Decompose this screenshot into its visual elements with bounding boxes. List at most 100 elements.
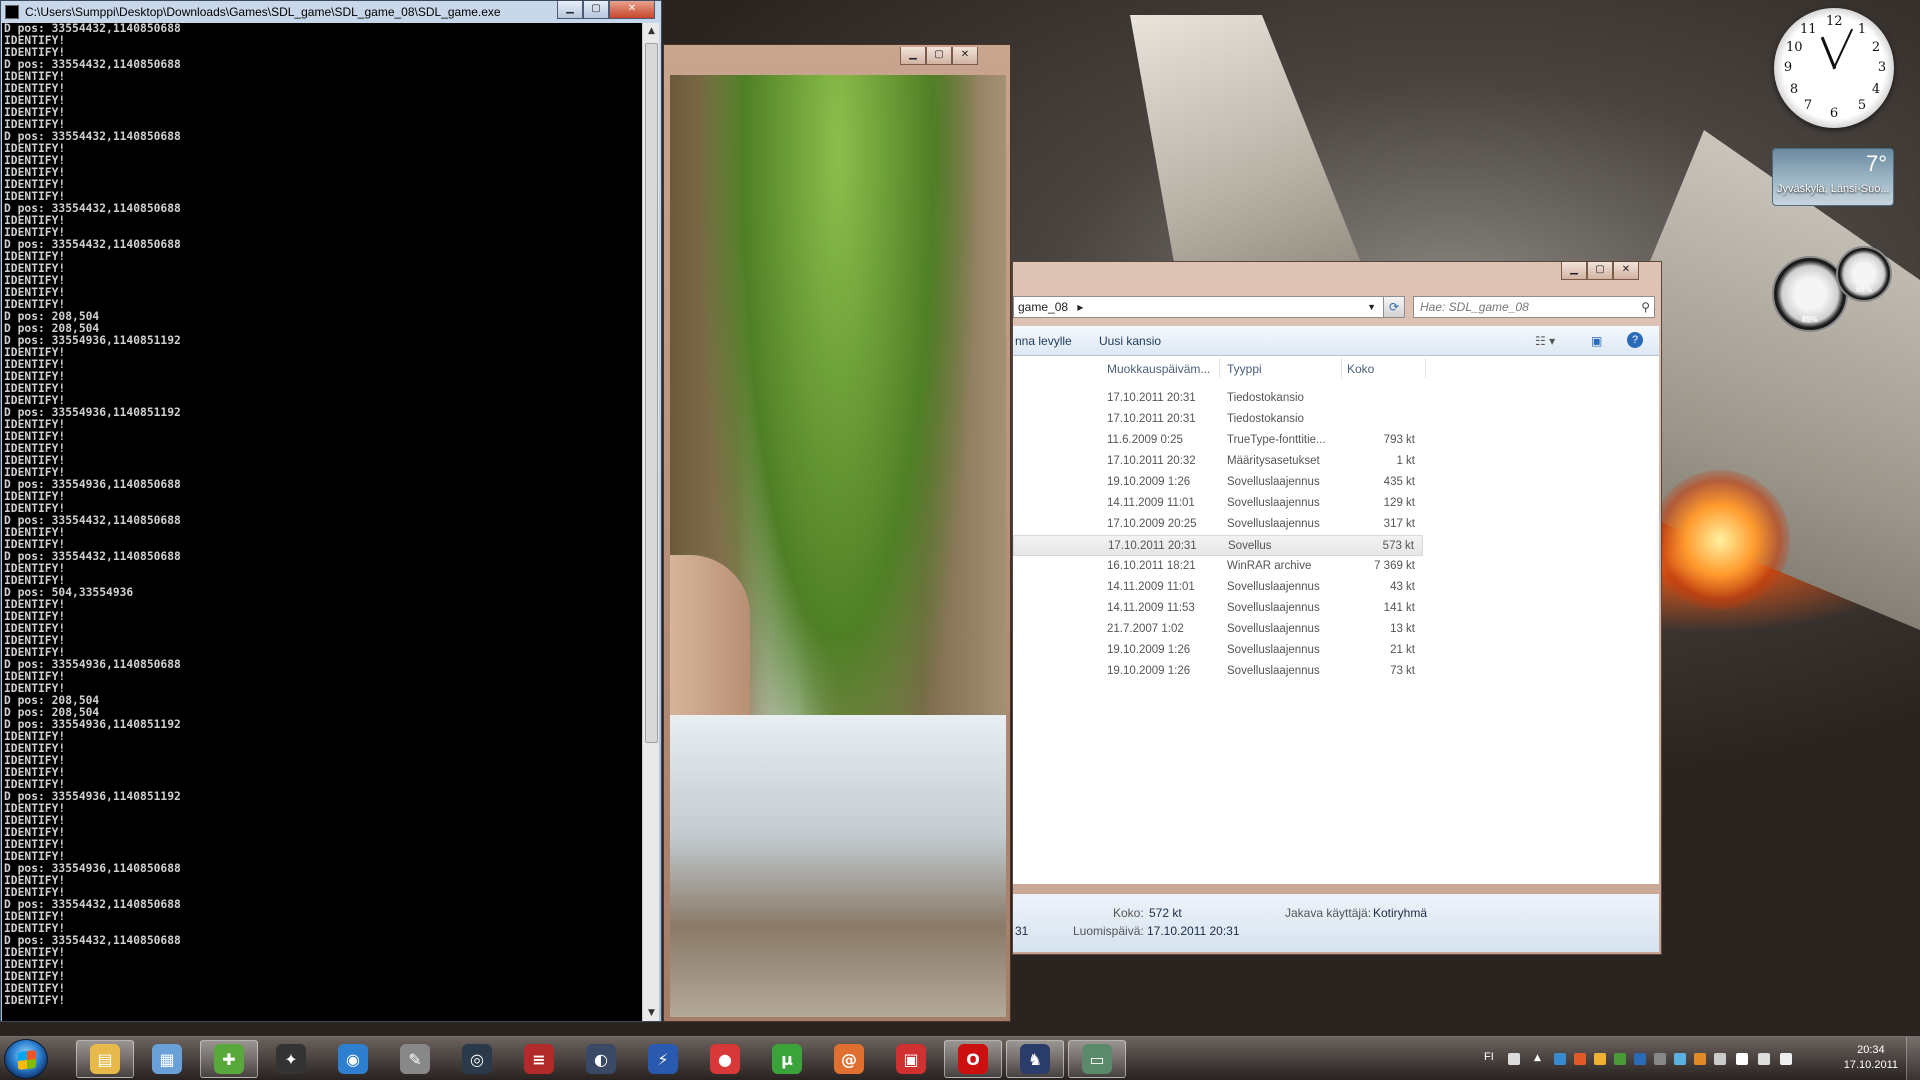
new-folder-button[interactable]: Uusi kansio [1099, 334, 1161, 348]
column-modified[interactable]: Muokkauspäiväm... [1107, 362, 1210, 376]
language-indicator[interactable]: FI [1484, 1051, 1494, 1063]
minimize-button[interactable]: ▁ [557, 1, 583, 19]
close-button[interactable]: ✕ [609, 1, 655, 19]
file-row[interactable]: 17.10.2011 20:31 Sovellus 573 kt [1013, 535, 1423, 556]
taskbar-app-swirl[interactable]: @ [820, 1040, 878, 1078]
file-row[interactable]: 19.10.2009 1:26 Sovelluslaajennus 73 kt [1013, 661, 1423, 682]
help-icon[interactable]: ? [1627, 332, 1643, 348]
taskbar-app-game[interactable]: ◐ [572, 1040, 630, 1078]
file-date: 17.10.2011 20:31 [1107, 392, 1196, 404]
taskbar-app-crest[interactable]: ♞ [1006, 1040, 1064, 1078]
console-line: IDENTIFY! [4, 346, 66, 359]
console-scrollbar[interactable]: ▲ ▼ [642, 23, 659, 1021]
clock-numeral: 11 [1800, 22, 1817, 37]
file-row[interactable]: 17.10.2011 20:32 Määritysasetukset 1 kt [1013, 451, 1423, 472]
address-bar[interactable]: game_08 ▸ ▼ [1013, 296, 1397, 318]
taskbar-app-network[interactable]: ✚ [200, 1040, 258, 1078]
viewer-maximize-button[interactable]: ▢ [926, 47, 952, 65]
tray-expand-icon[interactable]: ▲ [1534, 1053, 1546, 1065]
file-row[interactable]: 16.10.2011 18:21 WinRAR archive 7 369 kt [1013, 556, 1423, 577]
start-button[interactable] [4, 1039, 48, 1079]
taskbar-app-paint[interactable]: ▣ [882, 1040, 940, 1078]
file-type: Sovelluslaajennus [1227, 602, 1320, 614]
taskbar-app-steam[interactable]: ◎ [448, 1040, 506, 1078]
console-line: IDENTIFY! [4, 154, 66, 167]
wallpaper-jet-fin [1130, 15, 1370, 285]
explorer-maximize-button[interactable]: ▢ [1587, 262, 1613, 280]
maximize-button[interactable]: ▢ [583, 1, 609, 19]
file-row[interactable]: 14.11.2009 11:53 Sovelluslaajennus 141 kt [1013, 598, 1423, 619]
explorer-minimize-button[interactable]: ▁ [1561, 262, 1587, 280]
volume-icon[interactable] [1780, 1053, 1792, 1065]
taskbar-app-tool[interactable]: ✎ [386, 1040, 444, 1078]
taskbar-app-viewer[interactable]: ▭ [1068, 1040, 1126, 1078]
file-size: 573 kt [1382, 540, 1414, 552]
file-row[interactable]: 19.10.2009 1:26 Sovelluslaajennus 435 kt [1013, 472, 1423, 493]
file-row[interactable]: 14.11.2009 11:01 Sovelluslaajennus 43 kt [1013, 577, 1423, 598]
taskbar-app-fox[interactable]: ✦ [262, 1040, 320, 1078]
file-row[interactable]: 17.10.2011 20:31 Tiedostokansio [1013, 388, 1423, 409]
search-input[interactable]: Hae: SDL_game_08 ⚲ [1413, 296, 1655, 318]
column-type[interactable]: Tyyppi [1227, 362, 1262, 376]
show-desktop-button[interactable] [1906, 1037, 1920, 1080]
file-size: 13 kt [1390, 623, 1415, 635]
taskbar-app-notepad[interactable]: ▦ [138, 1040, 196, 1078]
ram-meter-gadget[interactable]: 66% [1836, 246, 1892, 302]
network-tray-icon[interactable] [1758, 1053, 1770, 1065]
taskbar-app-winamp[interactable]: ⚡ [634, 1040, 692, 1078]
taskbar-app-explorer[interactable]: ▤ [76, 1040, 134, 1078]
file-date: 16.10.2011 18:21 [1107, 560, 1196, 572]
search-icon[interactable]: ⚲ [1641, 297, 1650, 317]
action-center-flag-icon[interactable] [1736, 1053, 1748, 1065]
tray-app-icon[interactable] [1554, 1053, 1566, 1065]
tray-app-icon[interactable] [1714, 1053, 1726, 1065]
address-chevron-icon[interactable]: ▸ [1077, 300, 1083, 314]
taskbar-app-stripes[interactable]: ≡ [510, 1040, 568, 1078]
file-row[interactable]: 17.10.2009 20:25 Sovelluslaajennus 317 kt [1013, 514, 1423, 535]
column-size[interactable]: Koko [1347, 362, 1374, 376]
file-row[interactable]: 17.10.2011 20:31 Tiedostokansio [1013, 409, 1423, 430]
column-divider[interactable] [1425, 358, 1426, 378]
address-dropdown-icon[interactable]: ▼ [1367, 297, 1376, 317]
console-line: IDENTIFY! [4, 682, 66, 695]
taskbar-app-browser[interactable]: ◉ [324, 1040, 382, 1078]
tray-clock[interactable]: 20:34 17.10.2011 [1844, 1043, 1898, 1073]
viewer-minimize-button[interactable]: ▁ [900, 47, 926, 65]
tray-time: 20:34 [1857, 1044, 1885, 1056]
tray-app-icon[interactable] [1694, 1053, 1706, 1065]
preview-pane-icon[interactable]: ▣ [1591, 334, 1602, 348]
console-line: IDENTIFY! [4, 82, 66, 95]
details-created-value: 17.10.2011 20:31 [1147, 924, 1240, 938]
tray-app-icon[interactable] [1634, 1053, 1646, 1065]
weather-gadget[interactable]: 7° Jyväskylä, Länsi-Suo... [1772, 148, 1894, 206]
tray-app-icon[interactable] [1614, 1053, 1626, 1065]
file-row[interactable]: 11.6.2009 0:25 TrueType-fonttitie... 793 k… [1013, 430, 1423, 451]
tray-app-icon[interactable] [1674, 1053, 1686, 1065]
column-divider[interactable] [1341, 358, 1342, 378]
console-line: IDENTIFY! [4, 730, 66, 743]
refresh-button[interactable]: ⟳ [1383, 296, 1405, 318]
file-row[interactable]: 19.10.2009 1:26 Sovelluslaajennus 21 kt [1013, 640, 1423, 661]
file-row[interactable]: 14.11.2009 11:01 Sovelluslaajennus 129 kt [1013, 493, 1423, 514]
tray-app-icon[interactable] [1654, 1053, 1666, 1065]
tray-app-icon[interactable] [1574, 1053, 1586, 1065]
burn-button[interactable]: nna levylle [1015, 334, 1072, 348]
column-divider[interactable] [1219, 358, 1220, 378]
view-options-icon[interactable]: ☷ ▾ [1535, 334, 1555, 348]
scroll-up-icon[interactable]: ▲ [643, 23, 660, 39]
scroll-thumb[interactable] [645, 43, 658, 743]
console-line: IDENTIFY! [4, 430, 66, 443]
taskbar-app-os[interactable]: ● [696, 1040, 754, 1078]
taskbar-app-utorrent[interactable]: μ [758, 1040, 816, 1078]
console-output[interactable]: D pos: 33554432,1140850688 IDENTIFY! IDENT… [2, 23, 642, 1021]
file-row[interactable]: 21.7.2007 1:02 Sovelluslaajennus 13 kt [1013, 619, 1423, 640]
file-date: 17.10.2011 20:31 [1108, 540, 1197, 552]
taskbar-app-opera[interactable]: O [944, 1040, 1002, 1078]
keyboard-icon[interactable] [1508, 1053, 1520, 1065]
tray-app-icon[interactable] [1594, 1053, 1606, 1065]
viewer-close-button[interactable]: ✕ [952, 47, 978, 65]
explorer-close-button[interactable]: ✕ [1613, 262, 1639, 280]
file-type: Sovelluslaajennus [1227, 644, 1320, 656]
scroll-down-icon[interactable]: ▼ [643, 1005, 660, 1021]
clock-gadget[interactable]: 12 1 2 3 4 5 6 7 8 9 10 11 [1774, 8, 1894, 128]
